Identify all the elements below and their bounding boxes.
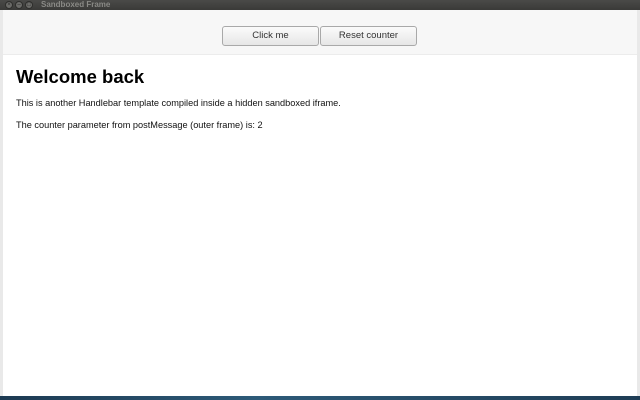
click-me-button[interactable]: Click me bbox=[222, 26, 319, 46]
minimize-icon[interactable]: – bbox=[15, 1, 23, 9]
desktop-background-strip bbox=[0, 396, 640, 400]
counter-text: The counter parameter from postMessage (… bbox=[16, 120, 263, 130]
maximize-icon[interactable]: □ bbox=[25, 1, 33, 9]
title-bar: × – □ Sandboxed Frame bbox=[0, 0, 640, 10]
reset-counter-button[interactable]: Reset counter bbox=[320, 26, 417, 46]
window-controls: × – □ bbox=[5, 1, 33, 9]
toolbar: Click me Reset counter bbox=[3, 10, 637, 55]
app-window: × – □ Sandboxed Frame Click me Reset cou… bbox=[0, 0, 640, 400]
window-border-left bbox=[0, 10, 3, 397]
description-text: This is another Handlebar template compi… bbox=[16, 98, 341, 108]
close-icon[interactable]: × bbox=[5, 1, 13, 9]
page-content: Welcome back This is another Handlebar t… bbox=[16, 66, 626, 131]
page-title: Welcome back bbox=[16, 66, 145, 87]
window-title: Sandboxed Frame bbox=[41, 0, 111, 9]
